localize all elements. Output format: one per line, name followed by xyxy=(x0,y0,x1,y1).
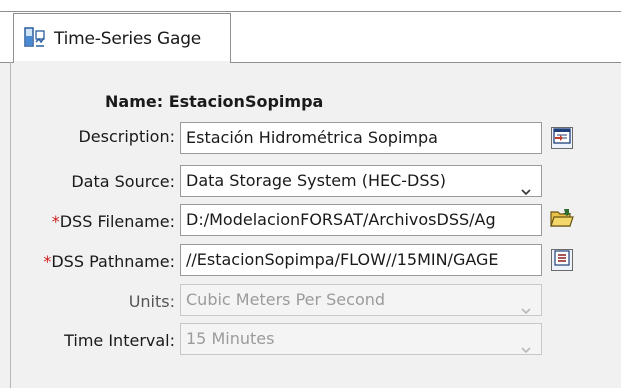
time-interval-label-text: Time Interval: xyxy=(64,331,175,350)
notes-icon xyxy=(553,128,571,148)
required-mark: * xyxy=(51,212,60,231)
units-value: Cubic Meters Per Second xyxy=(186,290,386,309)
dss-pathname-label: *DSS Pathname: xyxy=(43,252,175,271)
chevron-down-icon xyxy=(521,335,531,354)
units-label: Units: xyxy=(129,292,175,311)
tab-time-series-gage[interactable]: Time-Series Gage xyxy=(13,13,231,63)
gage-icon xyxy=(24,26,46,52)
dss-pathname-label-text: DSS Pathname: xyxy=(51,252,175,271)
tab-label: Time-Series Gage xyxy=(54,28,202,49)
browse-file-button[interactable] xyxy=(550,207,574,233)
dss-pathname-field[interactable]: //EstacionSopimpa/FLOW//15MIN/GAGE xyxy=(180,244,542,276)
units-label-text: Units: xyxy=(128,292,175,311)
chevron-down-icon xyxy=(521,177,531,196)
units-select[interactable]: Cubic Meters Per Second xyxy=(180,284,542,316)
description-value: Estación Hidrométrica Sopimpa xyxy=(186,128,438,147)
data-source-label-text: Data Source: xyxy=(71,172,175,191)
panel-left-edge xyxy=(10,62,11,388)
data-source-label: Data Source: xyxy=(71,172,175,191)
data-source-value: Data Storage System (HEC-DSS) xyxy=(186,171,446,190)
dss-filename-label-text: DSS Filename: xyxy=(59,212,175,231)
description-label-text: Description: xyxy=(78,127,175,146)
time-interval-select[interactable]: 15 Minutes xyxy=(180,323,542,355)
dss-filename-value: D:/ModelacionFORSAT/ArchivosDSS/Ag xyxy=(186,210,496,229)
dss-filename-field[interactable]: D:/ModelacionFORSAT/ArchivosDSS/Ag xyxy=(180,204,542,236)
tab-join xyxy=(14,61,230,64)
list-icon xyxy=(554,250,570,270)
chevron-down-icon xyxy=(521,296,531,315)
open-folder-icon xyxy=(550,207,574,233)
time-interval-value: 15 Minutes xyxy=(186,329,275,348)
data-source-select[interactable]: Data Storage System (HEC-DSS) xyxy=(180,165,542,197)
name-label: Name: xyxy=(105,92,164,111)
select-pathname-button[interactable] xyxy=(551,249,573,271)
dss-pathname-value: //EstacionSopimpa/FLOW//15MIN/GAGE xyxy=(186,250,499,269)
name-row: Name: EstacionSopimpa xyxy=(105,92,323,111)
description-editor-button[interactable] xyxy=(551,127,573,149)
dss-filename-label: *DSS Filename: xyxy=(52,212,175,231)
name-value: EstacionSopimpa xyxy=(168,92,324,111)
top-border xyxy=(0,0,621,12)
description-label: Description: xyxy=(78,127,175,146)
time-interval-label: Time Interval: xyxy=(64,331,175,350)
description-field[interactable]: Estación Hidrométrica Sopimpa xyxy=(180,122,542,154)
